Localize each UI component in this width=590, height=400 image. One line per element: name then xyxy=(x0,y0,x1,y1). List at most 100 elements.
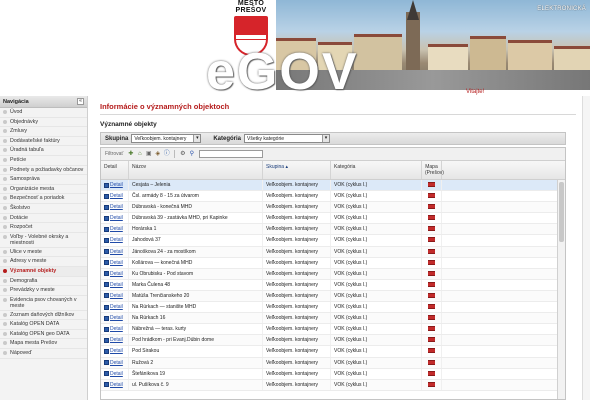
table-row[interactable]: Detail Matúša Trenčianskeho 20 Veľkoobjem.… xyxy=(101,290,565,303)
map-icon[interactable] xyxy=(428,337,435,343)
page-scrollbar[interactable] xyxy=(582,96,590,400)
table-row[interactable]: Detail Dúbravská 39 - zastávka MHD, pri K… xyxy=(101,213,565,225)
detail-link[interactable]: Detail xyxy=(104,202,123,212)
map-icon[interactable] xyxy=(428,204,435,210)
map-icon[interactable] xyxy=(428,304,435,310)
grid-search-input[interactable] xyxy=(199,150,264,158)
detail-link[interactable]: Detail xyxy=(104,280,123,290)
table-row[interactable]: Detail Pod hrádkom - pri Evanj.Dúbin dome… xyxy=(101,335,565,347)
detail-link[interactable]: Detail xyxy=(104,191,123,201)
sidebar-item[interactable]: Samospráva xyxy=(0,175,87,185)
map-icon[interactable] xyxy=(428,326,435,332)
table-row[interactable]: Detail Jánoškova 24 - za mostíkom Veľkoobj… xyxy=(101,246,565,258)
settings-icon[interactable]: ⚙ xyxy=(179,151,186,158)
group-icon[interactable]: ◈ xyxy=(154,151,161,158)
sidebar-item[interactable]: Adresy v meste xyxy=(0,257,87,267)
map-icon[interactable] xyxy=(428,248,435,254)
home-icon[interactable]: ⌂ xyxy=(136,151,143,158)
sidebar-item[interactable]: Bezpečnosť a poriadok xyxy=(0,194,87,204)
kategoria-select[interactable]: Všetky kategórie ▾ xyxy=(244,134,331,143)
pin-icon[interactable]: ⚲ xyxy=(188,151,195,158)
detail-link[interactable]: Detail xyxy=(104,346,123,356)
table-row[interactable]: Detail Kollárova — konečná MHD Veľkoobjem.… xyxy=(101,257,565,269)
detail-link[interactable]: Detail xyxy=(104,313,123,323)
detail-link[interactable]: Detail xyxy=(104,235,123,245)
map-icon[interactable] xyxy=(428,370,435,376)
map-icon[interactable] xyxy=(428,292,435,298)
grid-scrollbar[interactable] xyxy=(557,180,565,399)
map-icon[interactable] xyxy=(428,237,435,243)
table-row[interactable]: Detail Ku Obrubisku - Pod stavom Veľkoobje… xyxy=(101,268,565,280)
sidebar-item[interactable]: Petície xyxy=(0,156,87,166)
map-icon[interactable] xyxy=(428,182,435,187)
table-row[interactable]: Detail Ružová 2 Veľkoobjem. kontajnery VOK … xyxy=(101,357,565,369)
table-row[interactable]: Detail Dúbravská - konečná MHD Veľkoobjem.… xyxy=(101,202,565,214)
detail-link[interactable]: Detail xyxy=(104,358,123,368)
lock-icon[interactable]: ▣ xyxy=(145,151,152,158)
detail-link[interactable]: Detail xyxy=(104,247,123,257)
sidebar-item[interactable]: Prevádzky v meste xyxy=(0,286,87,296)
table-row[interactable]: Detail Cesjata – Jelenia Veľkoobjem. konta… xyxy=(101,180,565,192)
column-nazov[interactable]: Názov xyxy=(129,161,263,179)
column-kategoria[interactable]: Kategória xyxy=(331,161,422,179)
map-icon[interactable] xyxy=(428,315,435,321)
sidebar-item[interactable]: Mapa mesta Prešov xyxy=(0,339,87,350)
sidebar-item[interactable]: Evidencia psov chovaných v meste xyxy=(0,296,87,311)
sidebar-item[interactable]: Dodávateľské faktúry xyxy=(0,137,87,147)
sidebar-item[interactable]: Ulice v meste xyxy=(0,248,87,258)
map-icon[interactable] xyxy=(428,281,435,287)
detail-link[interactable]: Detail xyxy=(104,291,123,301)
detail-link[interactable]: Detail xyxy=(104,380,123,390)
table-row[interactable]: Detail Na Rúrkach 16 Veľkoobjem. kontajner… xyxy=(101,313,565,325)
sidebar-item[interactable]: Katalóg OPEN geo DATA xyxy=(0,330,87,340)
sidebar-item[interactable]: Organizácie mesta xyxy=(0,185,87,195)
info-icon[interactable]: ⓘ xyxy=(163,151,170,158)
sidebar-item[interactable]: Katalóg OPEN DATA xyxy=(0,320,87,330)
detail-link[interactable]: Detail xyxy=(104,269,123,279)
table-row[interactable]: Detail Nábrežná — teras. kurty Veľkoobjem.… xyxy=(101,324,565,336)
sidebar-item[interactable]: Úvod xyxy=(0,108,87,118)
table-row[interactable]: Detail Marka Čulena 48 Veľkoobjem. kontajn… xyxy=(101,279,565,291)
detail-link[interactable]: Detail xyxy=(104,213,123,223)
sidebar-item[interactable]: Podnety a požiadavky občanov xyxy=(0,166,87,176)
map-icon[interactable] xyxy=(428,259,435,265)
detail-link[interactable]: Detail xyxy=(104,258,123,268)
add-icon[interactable]: ✚ xyxy=(127,151,134,158)
sidebar-item[interactable]: Nápoveď xyxy=(0,349,87,359)
map-icon[interactable] xyxy=(428,348,435,354)
table-row[interactable]: Detail Pod Sirakou Veľkoobjem. kontajnery V… xyxy=(101,346,565,358)
table-row[interactable]: Detail Čsl. armády 8 - 15 za útvarom Veľko… xyxy=(101,191,565,203)
sidebar-item[interactable]: Školstvo xyxy=(0,204,87,214)
sidebar-item[interactable]: Zoznam daňových dlžníkov xyxy=(0,311,87,321)
detail-link[interactable]: Detail xyxy=(104,335,123,345)
table-row[interactable]: Detail ul. Pušíkova č. 9 Veľkoobjem. konta… xyxy=(101,379,565,391)
detail-link[interactable]: Detail xyxy=(104,324,123,334)
table-row[interactable]: Detail Horárska 1 Veľkoobjem. kontajnery VO… xyxy=(101,224,565,236)
skupina-select[interactable]: Veľkoobjem. kontajnery ▾ xyxy=(131,134,202,143)
table-row[interactable]: Detail Jahodová 37 Veľkoobjem. kontajnery V… xyxy=(101,235,565,247)
map-icon[interactable] xyxy=(428,226,435,232)
detail-link[interactable]: Detail xyxy=(104,224,123,234)
map-icon[interactable] xyxy=(428,270,435,276)
column-detail[interactable]: Detail xyxy=(101,161,129,179)
collapse-icon[interactable]: « xyxy=(77,98,84,105)
map-icon[interactable] xyxy=(428,215,435,221)
column-mapa[interactable]: Mapa (Prešov) xyxy=(422,161,444,179)
map-icon[interactable] xyxy=(428,193,435,199)
column-skupina[interactable]: Skupina ▴ xyxy=(263,161,331,179)
detail-link[interactable]: Detail xyxy=(104,369,123,379)
scroll-thumb[interactable] xyxy=(559,182,564,242)
sidebar-item[interactable]: Demografia xyxy=(0,277,87,287)
sidebar-item[interactable]: Objednávky xyxy=(0,118,87,128)
sidebar-item[interactable]: Rozpočet xyxy=(0,223,87,233)
detail-link[interactable]: Detail xyxy=(104,302,123,312)
sidebar-item[interactable]: Voľby - Volebné okrsky a miestnosti xyxy=(0,233,87,248)
detail-link[interactable]: Detail xyxy=(104,180,123,190)
map-icon[interactable] xyxy=(428,359,435,365)
map-icon[interactable] xyxy=(428,381,435,387)
table-row[interactable]: Detail Štefánikova 19 Veľkoobjem. kontajne… xyxy=(101,368,565,380)
sidebar-item[interactable]: Dotácie xyxy=(0,214,87,224)
sidebar-item[interactable]: Významné objekty xyxy=(0,266,87,277)
sidebar-item[interactable]: Zmluvy xyxy=(0,127,87,137)
sidebar-item[interactable]: Úradná tabuľa xyxy=(0,146,87,156)
